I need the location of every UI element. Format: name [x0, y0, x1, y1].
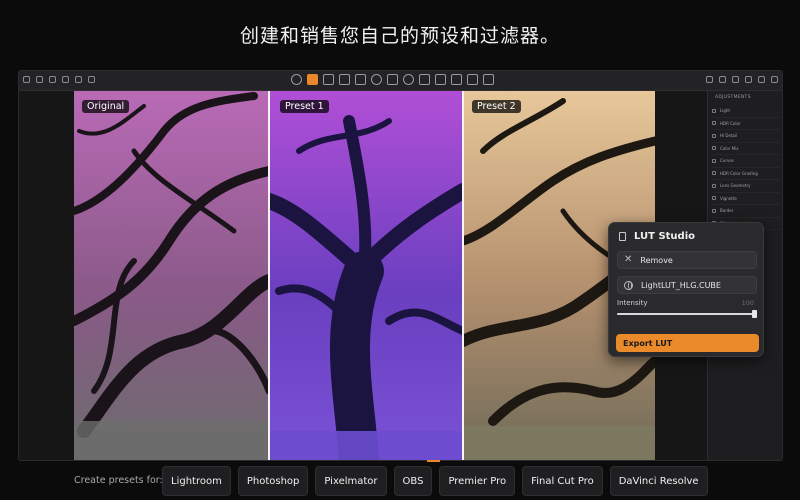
photo-original: [74, 91, 269, 460]
globe-icon: [624, 280, 633, 290]
app-button-davinci-resolve[interactable]: DaVinci Resolve: [609, 466, 708, 496]
photo-preset-1: [269, 91, 463, 460]
settings-icon[interactable]: [23, 76, 30, 83]
grading-icon: [712, 171, 716, 176]
toolbar: [19, 71, 782, 91]
intensity-slider[interactable]: [617, 310, 757, 318]
image-canvas[interactable]: Original Preset 1 Preset 2: [19, 91, 709, 460]
curves-icon: [712, 158, 716, 163]
intensity-label: Intensity: [617, 299, 648, 307]
label-original: Original: [82, 100, 130, 113]
lut-file-selector[interactable]: LightLUT_HLG.CUBE: [617, 276, 757, 294]
import-icon[interactable]: [36, 76, 43, 83]
open-icon[interactable]: [62, 76, 69, 83]
brush-icon[interactable]: [387, 74, 398, 85]
panel-toggle-icon[interactable]: [758, 76, 765, 83]
undo-icon[interactable]: [706, 76, 713, 83]
app-button-photoshop[interactable]: Photoshop: [237, 466, 309, 496]
light-icon[interactable]: [371, 74, 382, 85]
create-presets-label: Create presets for:: [74, 475, 163, 486]
headline: 创建和销售您自己的预设和过滤器。: [239, 24, 560, 47]
eyedropper-icon[interactable]: [355, 74, 366, 85]
redo-icon[interactable]: [719, 76, 726, 83]
panel-item-vignette[interactable]: Vignette: [712, 193, 780, 205]
fullscreen-icon[interactable]: [771, 76, 778, 83]
split-divider-1[interactable]: [268, 91, 270, 460]
face-icon[interactable]: [403, 74, 414, 85]
panel-item-light[interactable]: Light: [712, 105, 780, 118]
lut-studio-popover: LUT Studio ✕ Remove LightLUT_HLG.CUBE In…: [608, 222, 764, 357]
label-preset-1: Preset 1: [280, 100, 329, 113]
detail-icon: [712, 133, 716, 138]
bottom-bar: Create presets for: Lightroom Photoshop …: [0, 462, 800, 500]
app-button-final-cut-pro[interactable]: Final Cut Pro: [522, 466, 603, 496]
vignette-icon: [712, 196, 716, 201]
intensity-value: 100: [741, 299, 754, 307]
app-button-lightroom[interactable]: Lightroom: [162, 466, 231, 496]
panel-item-hi-detail[interactable]: Hi Detail: [712, 130, 780, 143]
remove-button[interactable]: ✕ Remove: [617, 251, 757, 269]
pen-icon[interactable]: [419, 74, 430, 85]
text-icon[interactable]: [467, 74, 478, 85]
triangle-icon[interactable]: [435, 74, 446, 85]
mode-presets-icon[interactable]: [307, 74, 318, 85]
document-icon: [619, 232, 626, 241]
app-button-pixelmator[interactable]: Pixelmator: [315, 466, 387, 496]
panel-item-curves[interactable]: Curves: [712, 155, 780, 168]
light-icon: [712, 108, 716, 113]
panel-title: ADJUSTMENTS: [715, 95, 751, 100]
panel-item-lens-geometry[interactable]: Lens Geometry: [712, 180, 780, 193]
layers-icon[interactable]: [451, 74, 462, 85]
lut-studio-title: LUT Studio: [634, 231, 695, 242]
crop-icon[interactable]: [323, 74, 334, 85]
rotate-icon[interactable]: [732, 76, 739, 83]
panel-item-color-mix[interactable]: Color Mix: [712, 143, 780, 155]
info-icon[interactable]: [745, 76, 752, 83]
transform-icon[interactable]: [483, 74, 494, 85]
panel-item-hdr-color-grading[interactable]: HDR Color Grading: [712, 168, 780, 180]
export-lut-button[interactable]: Export LUT: [616, 334, 759, 352]
color-icon: [712, 121, 716, 126]
app-button-premier-pro[interactable]: Premier Pro: [439, 466, 516, 496]
zoom-icon[interactable]: [88, 76, 95, 83]
panel-item-hdr-color[interactable]: HDR Color: [712, 118, 780, 130]
close-icon: ✕: [624, 254, 633, 265]
split-divider-2[interactable]: [462, 91, 464, 460]
history-icon[interactable]: [75, 76, 82, 83]
panel-item-border[interactable]: Border: [712, 205, 780, 218]
label-preset-2: Preset 2: [472, 100, 521, 113]
compare-icon[interactable]: [339, 74, 350, 85]
intensity-slider-fill: [617, 313, 757, 315]
lens-icon: [712, 183, 716, 188]
intensity-slider-handle[interactable]: [752, 310, 757, 318]
share-icon[interactable]: [49, 76, 56, 83]
mix-icon: [712, 146, 716, 151]
app-button-obs[interactable]: OBS: [393, 466, 433, 496]
mode-edit-icon[interactable]: [291, 74, 302, 85]
border-icon: [712, 208, 716, 213]
